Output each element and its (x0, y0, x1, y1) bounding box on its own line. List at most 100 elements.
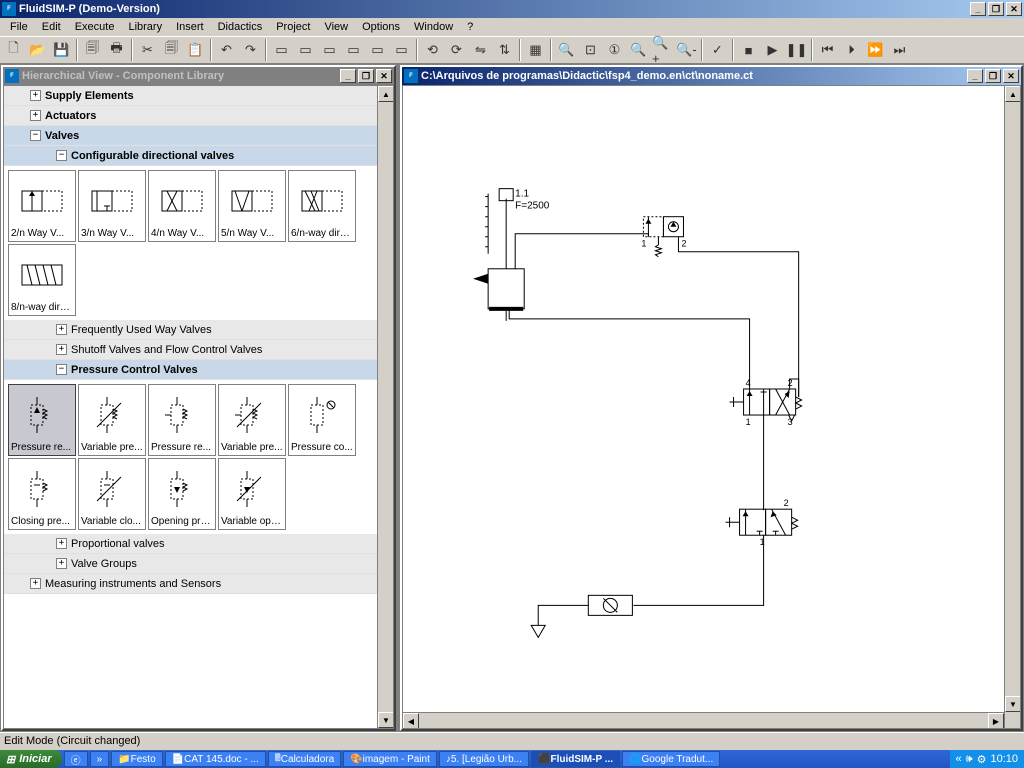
tree-valves[interactable]: −Valves (4, 126, 377, 146)
copy-icon[interactable]: 🗐 (160, 39, 183, 61)
collapse-icon[interactable]: − (30, 130, 41, 141)
flip-h-icon[interactable]: ⇋ (469, 39, 492, 61)
task-folders[interactable]: » (90, 751, 110, 767)
ckt-close-button[interactable]: ✕ (1003, 69, 1019, 83)
comp-8n-way[interactable]: 8/n-way dire... (8, 244, 76, 316)
align-top-icon[interactable]: ▭ (342, 39, 365, 61)
comp-pressure-relief[interactable]: Pressure re... (8, 384, 76, 456)
expand-icon[interactable]: + (30, 578, 41, 589)
ckt-max-button[interactable]: ❐ (985, 69, 1001, 83)
tree-config-valves[interactable]: −Configurable directional valves (4, 146, 377, 166)
check-icon[interactable]: ✓ (706, 39, 729, 61)
task-ie[interactable]: ⓔ (64, 751, 88, 767)
clock[interactable]: 10:10 (990, 753, 1018, 765)
comp-3n-way[interactable]: 3/n Way V... (78, 170, 146, 242)
paste-icon[interactable]: 📋 (184, 39, 207, 61)
menu-view[interactable]: View (318, 20, 354, 34)
comp-opening-pr[interactable]: Opening pre... (148, 458, 216, 530)
lib-min-button[interactable]: _ (340, 69, 356, 83)
air-supply[interactable] (531, 625, 545, 637)
service-unit[interactable] (588, 595, 632, 615)
preview-icon[interactable]: 🗐 (81, 39, 104, 61)
scroll-left-icon[interactable]: ◀ (403, 713, 419, 729)
undo-icon[interactable]: ↶ (215, 39, 238, 61)
tree-valve-groups[interactable]: +Valve Groups (4, 554, 377, 574)
tray-icon[interactable]: ⚙ (977, 753, 987, 766)
tree-freq-way[interactable]: +Frequently Used Way Valves (4, 320, 377, 340)
expand-icon[interactable]: + (56, 558, 67, 569)
scroll-right-icon[interactable]: ▶ (988, 713, 1004, 729)
component-tree[interactable]: +Supply Elements +Actuators −Valves −Con… (4, 86, 377, 728)
task-google[interactable]: 🌐 Google Tradut... (622, 751, 720, 767)
task-cat145[interactable]: 📄 CAT 145.doc - ... (165, 751, 266, 767)
zoom-prev-icon[interactable]: 🔍 (627, 39, 650, 61)
zoom-win-icon[interactable]: 🔍 (555, 39, 578, 61)
scroll-down-icon[interactable]: ▼ (378, 712, 394, 728)
tree-actuators[interactable]: +Actuators (4, 106, 377, 126)
rotate-left-icon[interactable]: ⟲ (421, 39, 444, 61)
print-icon[interactable]: 🖶 (105, 39, 128, 61)
zoom-100-icon[interactable]: ① (603, 39, 626, 61)
comp-6n-way[interactable]: 6/n-way dire... (288, 170, 356, 242)
menu-didactics[interactable]: Didactics (212, 20, 269, 34)
library-titlebar[interactable]: F Hierarchical View - Component Library … (3, 67, 394, 85)
expand-icon[interactable]: + (56, 324, 67, 335)
directional-valve-42[interactable]: 4 2 1 3 (730, 378, 802, 427)
open-icon[interactable]: 📂 (26, 39, 49, 61)
maximize-button[interactable]: ❐ (988, 2, 1004, 16)
tree-measuring[interactable]: +Measuring instruments and Sensors (4, 574, 377, 594)
align-left-icon[interactable]: ▭ (270, 39, 293, 61)
end-icon[interactable]: ⏭ (888, 39, 911, 61)
stop-icon[interactable]: ■ (737, 39, 760, 61)
task-festo[interactable]: 📁 Festo (111, 751, 162, 767)
new-icon[interactable]: 🗋 (2, 39, 25, 61)
expand-icon[interactable]: + (56, 344, 67, 355)
start-button[interactable]: ⊞Iniciar (0, 750, 62, 768)
expand-icon[interactable]: + (56, 538, 67, 549)
collapse-icon[interactable]: − (56, 364, 67, 375)
grid-icon[interactable]: ▦ (524, 39, 547, 61)
system-tray[interactable]: « 🕪 ⚙ 10:10 (950, 750, 1024, 768)
scroll-up-icon[interactable]: ▲ (378, 86, 394, 102)
tree-proportional[interactable]: +Proportional valves (4, 534, 377, 554)
align-mid-icon[interactable]: ▭ (366, 39, 389, 61)
library-vscroll[interactable]: ▲ ▼ (377, 86, 393, 728)
scroll-up-icon[interactable]: ▲ (1005, 86, 1021, 102)
fwd-icon[interactable]: ⏩ (864, 39, 887, 61)
comp-5n-way[interactable]: 5/n Way V... (218, 170, 286, 242)
task-paint[interactable]: 🎨 imagem - Paint (343, 751, 437, 767)
tree-supply[interactable]: +Supply Elements (4, 86, 377, 106)
canvas-hscroll[interactable]: ◀ ▶ (403, 712, 1004, 728)
expand-icon[interactable]: + (30, 110, 41, 121)
comp-4n-way[interactable]: 4/n Way V... (148, 170, 216, 242)
tree-shutoff[interactable]: +Shutoff Valves and Flow Control Valves (4, 340, 377, 360)
menu-options[interactable]: Options (356, 20, 406, 34)
flow-control-valve[interactable]: 1 2 (641, 217, 686, 257)
task-fluidsim[interactable]: ⬛ FluidSIM-P ... (531, 751, 620, 767)
rotate-right-icon[interactable]: ⟳ (445, 39, 468, 61)
comp-closing-pr[interactable]: Closing pre... (8, 458, 76, 530)
task-calc[interactable]: 🖩 Calculadora (268, 751, 341, 767)
lib-max-button[interactable]: ❐ (358, 69, 374, 83)
tray-icon[interactable]: 🕪 (966, 753, 973, 766)
menu-edit[interactable]: Edit (36, 20, 67, 34)
comp-var-opening[interactable]: Variable ope... (218, 458, 286, 530)
save-icon[interactable]: 💾 (50, 39, 73, 61)
menu-window[interactable]: Window (408, 20, 459, 34)
zoom-in-icon[interactable]: 🔍+ (651, 39, 674, 61)
comp-var-pressure[interactable]: Variable pre... (78, 384, 146, 456)
menu-insert[interactable]: Insert (170, 20, 210, 34)
menu-library[interactable]: Library (122, 20, 168, 34)
rewind-icon[interactable]: ⏮ (816, 39, 839, 61)
close-button[interactable]: ✕ (1006, 2, 1022, 16)
tray-chevron-icon[interactable]: « (956, 753, 962, 765)
comp-pressure-relief2[interactable]: Pressure re... (148, 384, 216, 456)
minimize-button[interactable]: _ (970, 2, 986, 16)
cylinder-symbol[interactable]: 1.1 F=2500 (473, 189, 550, 311)
menu-file[interactable]: File (4, 20, 34, 34)
tree-pressure-ctrl[interactable]: −Pressure Control Valves (4, 360, 377, 380)
step-icon[interactable]: ⏵ (840, 39, 863, 61)
redo-icon[interactable]: ↷ (239, 39, 262, 61)
flip-v-icon[interactable]: ⇅ (493, 39, 516, 61)
align-center-icon[interactable]: ▭ (294, 39, 317, 61)
